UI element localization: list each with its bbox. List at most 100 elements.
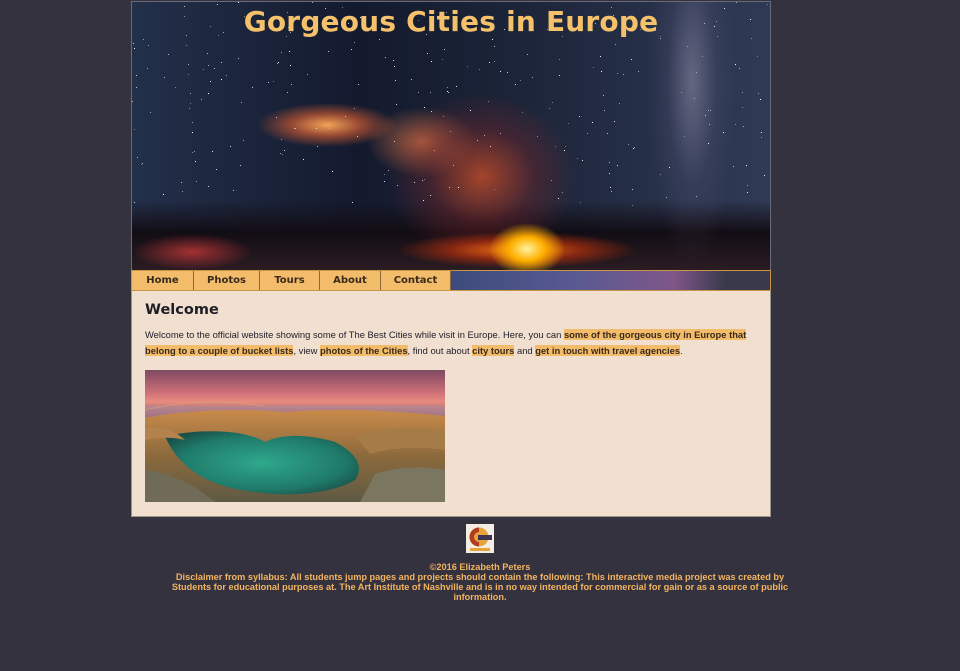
star — [558, 198, 559, 199]
star — [611, 191, 612, 192]
star — [147, 68, 148, 69]
star — [490, 146, 491, 147]
star — [609, 162, 610, 163]
star — [592, 122, 593, 123]
star — [142, 163, 143, 164]
art-institute-logo-icon[interactable] — [466, 524, 494, 553]
star — [489, 62, 490, 63]
star — [278, 62, 279, 63]
star — [175, 87, 176, 88]
star — [448, 92, 449, 93]
star — [384, 181, 385, 182]
star — [424, 107, 425, 108]
star — [143, 39, 144, 40]
star — [614, 121, 615, 122]
star — [449, 187, 450, 188]
star — [423, 200, 424, 201]
star — [522, 112, 523, 113]
star — [221, 79, 222, 80]
star — [615, 44, 616, 45]
photos-link[interactable]: photos of the Cities — [320, 345, 408, 356]
intro-text: and — [514, 345, 536, 356]
star — [268, 82, 269, 83]
star — [216, 169, 217, 170]
star — [751, 38, 752, 39]
star — [458, 187, 459, 188]
star — [212, 151, 213, 152]
star — [397, 185, 398, 186]
star — [444, 49, 445, 50]
star — [735, 124, 736, 125]
star — [681, 92, 682, 93]
city-tours-link[interactable]: city tours — [472, 345, 515, 356]
star — [710, 110, 711, 111]
star — [358, 84, 359, 85]
star — [328, 51, 329, 52]
star — [638, 71, 639, 72]
star — [136, 87, 137, 88]
star — [617, 165, 618, 166]
star — [747, 185, 748, 186]
star — [632, 205, 633, 206]
star — [532, 77, 533, 78]
star — [194, 151, 195, 152]
star — [488, 101, 489, 102]
star — [163, 194, 164, 195]
star — [284, 150, 285, 151]
star — [192, 122, 193, 123]
nav-tours[interactable]: Tours — [260, 271, 320, 290]
star — [757, 56, 758, 57]
star — [316, 128, 317, 129]
star — [210, 81, 211, 82]
nav-photos[interactable]: Photos — [194, 271, 260, 290]
star — [252, 87, 253, 88]
star — [580, 202, 581, 203]
star — [723, 132, 724, 133]
nav-home[interactable]: Home — [132, 271, 194, 290]
star — [579, 116, 580, 117]
star — [190, 103, 191, 104]
star — [494, 189, 495, 190]
page-wrapper: Gorgeous Cities in Europe Home Photos To… — [131, 1, 771, 517]
star — [307, 74, 308, 75]
star — [385, 57, 386, 58]
star — [507, 72, 508, 73]
star — [619, 103, 620, 104]
star — [192, 152, 193, 153]
star — [233, 190, 234, 191]
star — [564, 150, 565, 151]
star — [733, 166, 734, 167]
star — [282, 154, 283, 155]
star — [424, 179, 425, 180]
intro-text: , find out about — [407, 345, 473, 356]
star — [230, 146, 231, 147]
star — [764, 175, 765, 176]
star — [329, 128, 330, 129]
star — [450, 131, 451, 132]
star — [226, 75, 227, 76]
star — [186, 45, 187, 46]
travel-agencies-link[interactable]: get in touch with travel agencies — [535, 345, 681, 356]
star — [280, 153, 281, 154]
star — [430, 195, 431, 196]
star — [761, 132, 762, 133]
nav-contact[interactable]: Contact — [381, 271, 451, 290]
star — [633, 148, 634, 149]
footer: ©2016 Elizabeth Peters Disclaimer from s… — [0, 524, 960, 602]
star — [317, 146, 318, 147]
star — [431, 111, 432, 112]
nav-about[interactable]: About — [320, 271, 381, 290]
star — [208, 93, 209, 94]
star — [430, 92, 431, 93]
star — [696, 196, 697, 197]
star — [434, 150, 435, 151]
site-title: Gorgeous Cities in Europe — [243, 5, 659, 38]
star — [352, 202, 353, 203]
star — [214, 68, 215, 69]
star — [384, 174, 385, 175]
star — [537, 136, 538, 137]
intro-text: . — [680, 345, 683, 356]
star — [601, 71, 602, 72]
star — [273, 81, 274, 82]
star — [241, 102, 242, 103]
